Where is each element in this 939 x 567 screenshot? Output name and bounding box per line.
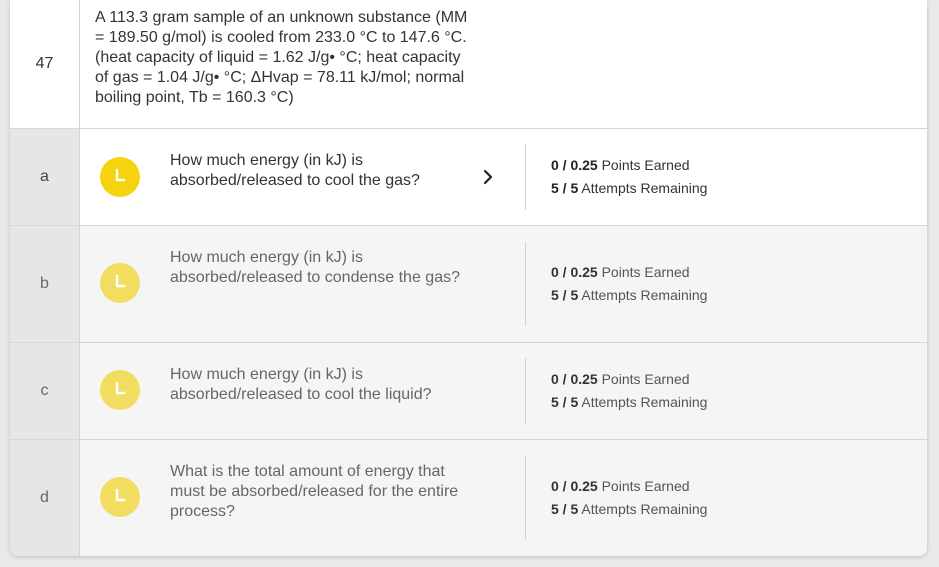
clock-icon: [100, 477, 140, 517]
divider: [525, 358, 526, 424]
points-earned: 0 / 0.25 Points Earned: [551, 264, 690, 280]
divider: [525, 144, 526, 210]
problem-card: 47 A 113.3 gram sample of an unknown sub…: [10, 0, 927, 556]
problem-number: 47: [10, 0, 80, 128]
attempts-remaining: 5 / 5 Attempts Remaining: [551, 501, 708, 517]
part-row-a[interactable]: a How much energy (in kJ) is absorbed/re…: [10, 129, 927, 226]
part-letter: c: [10, 343, 80, 439]
part-question: How much energy (in kJ) is absorbed/rele…: [170, 366, 432, 403]
attempts-remaining: 5 / 5 Attempts Remaining: [551, 180, 708, 196]
problem-header: 47 A 113.3 gram sample of an unknown sub…: [10, 0, 927, 129]
score-panel: 0 / 0.25 Points Earned 5 / 5 Attempts Re…: [551, 475, 707, 521]
part-row-c[interactable]: c How much energy (in kJ) is absorbed/re…: [10, 343, 927, 440]
part-letter: d: [10, 440, 80, 556]
part-letter: a: [10, 129, 80, 225]
clock-icon: [100, 263, 140, 303]
divider: [525, 242, 526, 326]
part-letter: b: [10, 226, 80, 342]
part-question: How much energy (in kJ) is absorbed/rele…: [170, 152, 420, 189]
attempts-remaining: 5 / 5 Attempts Remaining: [551, 287, 708, 303]
points-earned: 0 / 0.25 Points Earned: [551, 478, 690, 494]
points-earned: 0 / 0.25 Points Earned: [551, 371, 690, 387]
attempts-remaining: 5 / 5 Attempts Remaining: [551, 394, 708, 410]
divider: [525, 456, 526, 540]
chevron-right-icon[interactable]: [480, 169, 496, 185]
problem-statement: A 113.3 gram sample of an unknown substa…: [95, 9, 468, 106]
part-question: What is the total amount of energy that …: [170, 463, 459, 520]
score-panel: 0 / 0.25 Points Earned 5 / 5 Attempts Re…: [551, 154, 707, 200]
points-earned: 0 / 0.25 Points Earned: [551, 157, 690, 173]
clock-icon: [100, 370, 140, 410]
clock-icon: [100, 157, 140, 197]
part-row-d[interactable]: d What is the total amount of energy tha…: [10, 440, 927, 556]
part-question: How much energy (in kJ) is absorbed/rele…: [170, 249, 460, 286]
part-row-b[interactable]: b How much energy (in kJ) is absorbed/re…: [10, 226, 927, 343]
score-panel: 0 / 0.25 Points Earned 5 / 5 Attempts Re…: [551, 368, 707, 414]
score-panel: 0 / 0.25 Points Earned 5 / 5 Attempts Re…: [551, 261, 707, 307]
